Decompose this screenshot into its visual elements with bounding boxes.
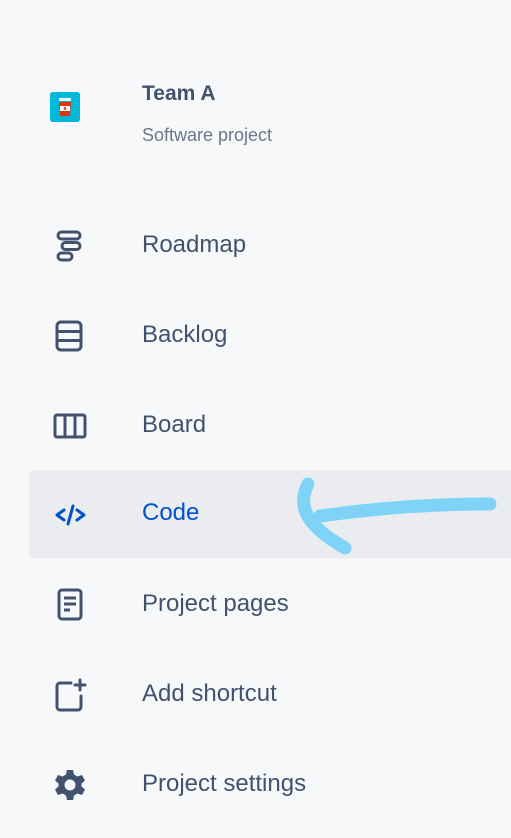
- sidebar-item-label: Board: [142, 411, 207, 438]
- sidebar-item-label: Add shortcut: [142, 680, 277, 707]
- sidebar-item-roadmap[interactable]: Roadmap: [29, 202, 511, 290]
- sidebar-item-code[interactable]: Code: [29, 470, 511, 558]
- page-icon: [53, 588, 87, 622]
- board-icon: [53, 409, 87, 443]
- sidebar-item-label: Project settings: [142, 770, 307, 797]
- sidebar-item-backlog[interactable]: Backlog: [29, 292, 511, 380]
- code-icon: [53, 500, 87, 534]
- sidebar-item-label: Project pages: [142, 590, 289, 617]
- gear-icon: [53, 768, 87, 802]
- project-sidebar: Team A Software project Roadmap Backlog: [0, 0, 511, 838]
- sidebar-item-label: Roadmap: [142, 231, 247, 258]
- sidebar-item-project-pages[interactable]: Project pages: [29, 561, 511, 649]
- coffee-cup-icon: [50, 92, 80, 122]
- backlog-icon: [53, 319, 87, 353]
- sidebar-item-label: Backlog: [142, 321, 228, 348]
- project-type: Software project: [142, 125, 273, 145]
- project-avatar: [50, 92, 80, 122]
- sidebar-item-label: Code: [142, 499, 200, 526]
- sidebar-item-board[interactable]: Board: [29, 382, 511, 470]
- roadmap-icon: [53, 229, 87, 263]
- project-name: Team A: [142, 82, 216, 105]
- project-header[interactable]: Team A Software project: [47, 80, 487, 160]
- add-shortcut-icon: [53, 678, 87, 712]
- sidebar-item-add-shortcut[interactable]: Add shortcut: [29, 651, 511, 739]
- sidebar-item-project-settings[interactable]: Project settings: [29, 741, 511, 829]
